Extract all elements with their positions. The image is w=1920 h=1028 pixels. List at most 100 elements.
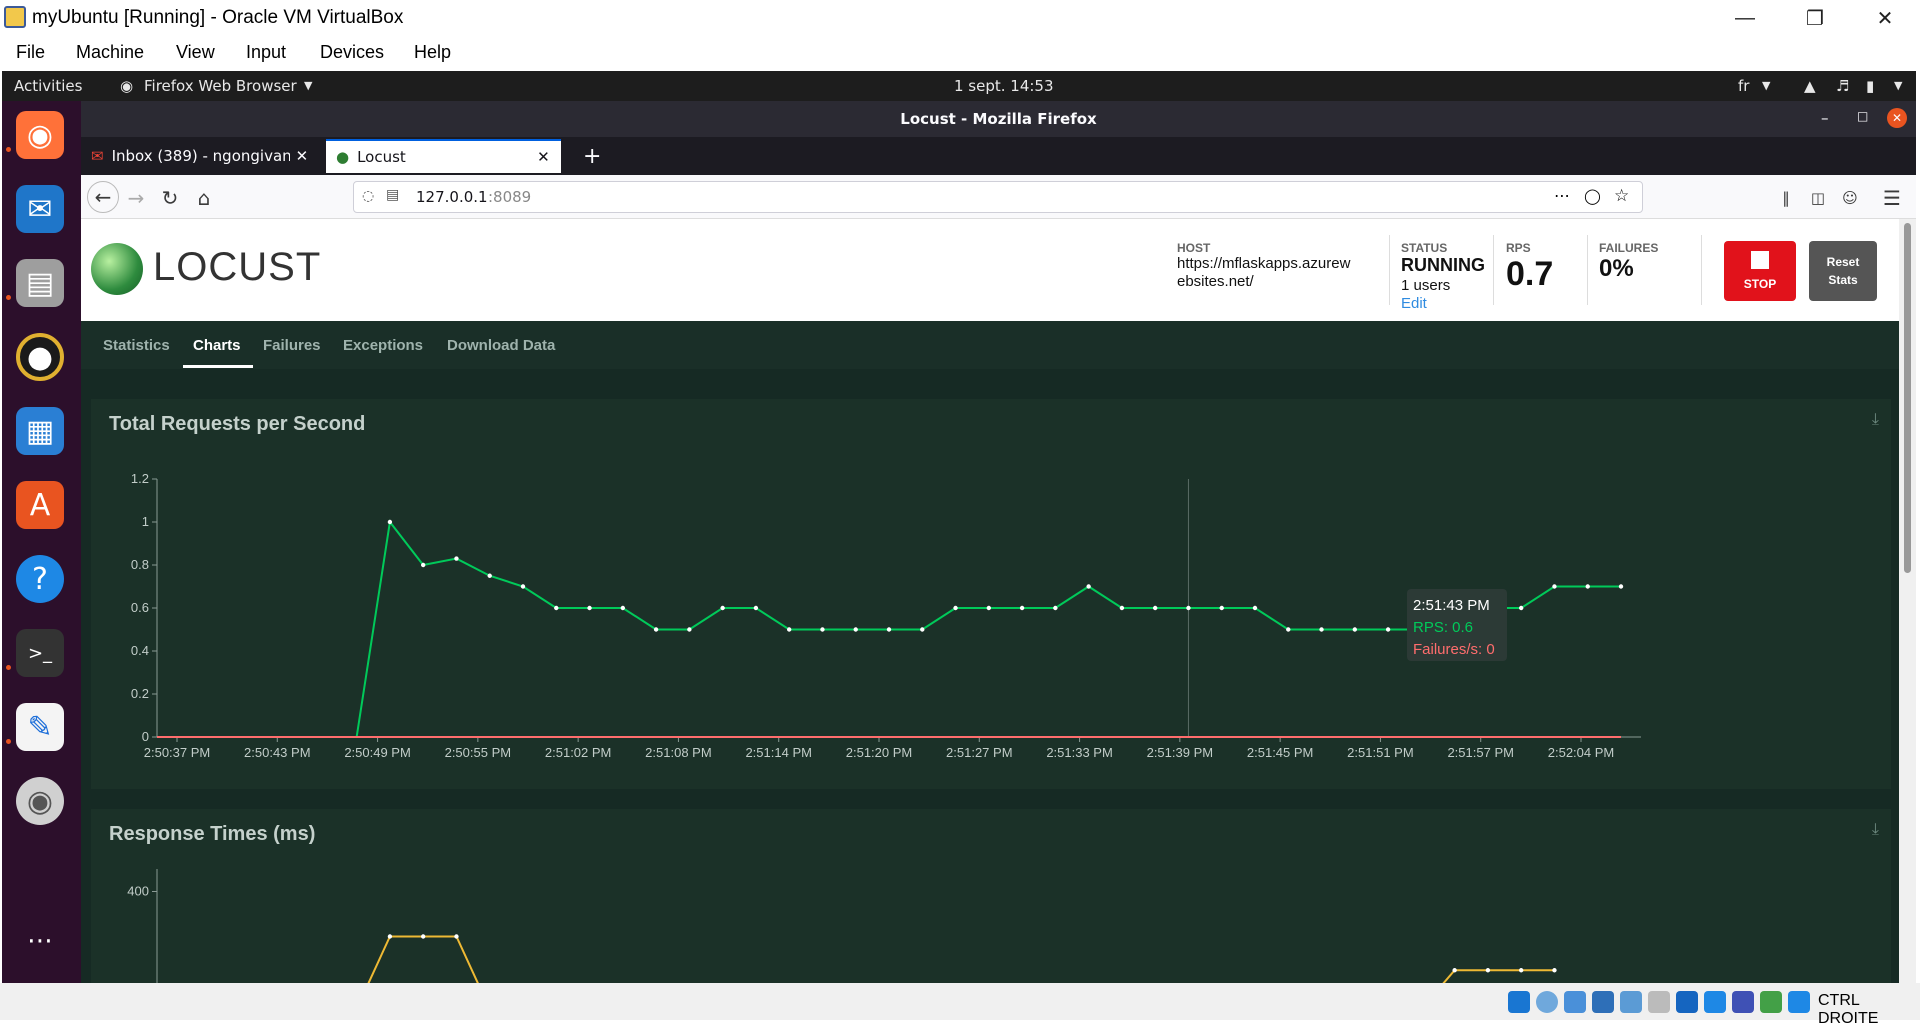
home-button[interactable]: ⌂	[191, 185, 217, 211]
locust-logo-text: LOCUST	[153, 245, 322, 289]
usb-icon[interactable]	[1620, 991, 1642, 1013]
page-scrollbar[interactable]	[1899, 219, 1916, 983]
sidebar-icon[interactable]: ◫	[1805, 185, 1831, 211]
scrollbar-thumb[interactable]	[1904, 223, 1911, 573]
reload-button[interactable]: ↻	[157, 185, 183, 211]
ff-minimize-button[interactable]: –	[1821, 109, 1829, 127]
tab-close-icon[interactable]: ✕	[296, 147, 309, 165]
menu-devices[interactable]: Devices	[320, 42, 384, 63]
software-center-icon[interactable]: A	[16, 481, 64, 529]
terminal-icon[interactable]: >_	[16, 629, 64, 677]
url-bar[interactable]: ◌ ▤ 127.0.0.1 :8089 ⋯ ◯ ☆	[353, 181, 1643, 213]
running-indicator	[6, 295, 11, 300]
account-icon[interactable]: ☺	[1837, 185, 1863, 211]
files-icon[interactable]: ▤	[16, 259, 64, 307]
x-tick-label: 2:51:20 PM	[846, 745, 913, 760]
tab-locust[interactable]: ● Locust ✕	[326, 139, 561, 173]
edit-link[interactable]: Edit	[1401, 295, 1427, 312]
shared-folders-icon[interactable]	[1648, 991, 1670, 1013]
x-tick-label: 2:51:39 PM	[1147, 745, 1214, 760]
page-actions-icon[interactable]: ⋯	[1554, 186, 1570, 205]
locust-logo-icon	[91, 243, 143, 295]
tab-exceptions[interactable]: Exceptions	[343, 337, 423, 354]
page-info-icon[interactable]: ▤	[386, 187, 399, 203]
pocket-icon[interactable]: ◯	[1584, 187, 1601, 205]
back-button[interactable]: ←	[87, 181, 119, 213]
keyboard-capture-icon[interactable]	[1788, 991, 1810, 1013]
close-button[interactable]: ✕	[1850, 0, 1920, 36]
tracking-shield-icon[interactable]: ◌	[362, 188, 374, 204]
tab-failures[interactable]: Failures	[263, 337, 321, 354]
reset-stats-button[interactable]: Reset Stats	[1809, 241, 1877, 301]
clock[interactable]: 1 sept. 14:53	[954, 77, 1054, 95]
tab-statistics[interactable]: Statistics	[103, 337, 170, 354]
locust-favicon-icon: ●	[336, 148, 350, 166]
host-label: HOST	[1177, 241, 1211, 255]
menu-view[interactable]: View	[176, 42, 215, 63]
tab-download-data[interactable]: Download Data	[447, 337, 555, 354]
rhythmbox-icon[interactable]: ●	[16, 333, 64, 381]
network-adapter-icon[interactable]	[1592, 991, 1614, 1013]
bookmark-star-icon[interactable]: ☆	[1614, 186, 1629, 206]
tab-close-icon[interactable]: ✕	[537, 148, 550, 166]
dvd-icon[interactable]: ◉	[16, 777, 64, 825]
tab-charts[interactable]: Charts	[193, 337, 241, 354]
keyboard-language[interactable]: fr	[1738, 77, 1749, 95]
thunderbird-icon[interactable]: ✉	[16, 185, 64, 233]
menu-file[interactable]: File	[16, 42, 45, 63]
tab-inbox[interactable]: ✉ Inbox (389) - ngongivan ✕	[81, 139, 321, 173]
audio-icon[interactable]	[1564, 991, 1586, 1013]
x-tick-label: 2:51:51 PM	[1347, 745, 1414, 760]
data-point	[387, 934, 393, 939]
help-icon[interactable]: ?	[16, 555, 64, 603]
menu-help[interactable]: Help	[414, 42, 451, 63]
restore-button[interactable]: ❐	[1780, 0, 1850, 36]
battery-icon[interactable]: ▮	[1866, 77, 1874, 95]
recording-icon[interactable]	[1704, 991, 1726, 1013]
library-icon[interactable]: ‖	[1773, 185, 1799, 211]
data-point	[786, 627, 792, 632]
data-point	[820, 627, 825, 632]
stop-button[interactable]: STOP	[1724, 241, 1796, 301]
url-port: :8089	[488, 188, 532, 206]
mouse-integration-icon[interactable]	[1760, 991, 1782, 1013]
rps-value: 0.7	[1506, 255, 1554, 293]
x-tick-label: 2:51:02 PM	[545, 745, 612, 760]
menu-machine[interactable]: Machine	[76, 42, 144, 63]
ff-close-button[interactable]: ✕	[1887, 108, 1907, 128]
firefox-titlebar: Locust - Mozilla Firefox – □ ✕	[81, 101, 1916, 137]
app-menu-icon[interactable]: ☰	[1879, 185, 1905, 211]
system-menu-chevron-icon[interactable]: ▼	[1894, 79, 1902, 92]
writer-icon[interactable]: ▦	[16, 407, 64, 455]
firefox-icon[interactable]: ◉	[16, 111, 64, 159]
hdd-icon[interactable]	[1508, 991, 1530, 1013]
host-key-label: CTRL DROITE	[1818, 992, 1879, 1027]
ff-maximize-button[interactable]: □	[1857, 109, 1868, 123]
y-tick-label: 1	[142, 514, 149, 529]
cpu-icon[interactable]	[1732, 991, 1754, 1013]
new-tab-button[interactable]: +	[573, 139, 607, 173]
app-menu[interactable]: Firefox Web Browser	[144, 77, 297, 95]
text-editor-icon[interactable]: ✎	[16, 703, 64, 751]
minimize-button[interactable]: —	[1710, 0, 1780, 36]
gmail-icon: ✉	[91, 147, 104, 165]
x-tick-label: 2:50:49 PM	[344, 745, 411, 760]
running-indicator	[6, 739, 11, 744]
show-apps-icon[interactable]: ⋯	[16, 917, 64, 965]
y-tick-label: 1.2	[131, 471, 149, 486]
activities-button[interactable]: Activities	[14, 77, 82, 95]
forward-button[interactable]: →	[123, 185, 149, 211]
optical-drive-icon[interactable]	[1536, 991, 1558, 1013]
data-point	[387, 519, 393, 525]
volume-icon[interactable]: ♬	[1836, 77, 1849, 95]
url-host: 127.0.0.1	[416, 188, 488, 206]
menu-input[interactable]: Input	[246, 42, 286, 63]
data-point	[1452, 968, 1457, 973]
data-point	[1086, 584, 1091, 589]
network-icon[interactable]: ▲	[1804, 77, 1816, 95]
data-point	[420, 562, 426, 568]
running-indicator	[6, 665, 11, 670]
response-times-panel: Response Times (ms) ⤓ 300400	[91, 809, 1891, 983]
status-label: STATUS	[1401, 241, 1448, 255]
display-icon[interactable]	[1676, 991, 1698, 1013]
